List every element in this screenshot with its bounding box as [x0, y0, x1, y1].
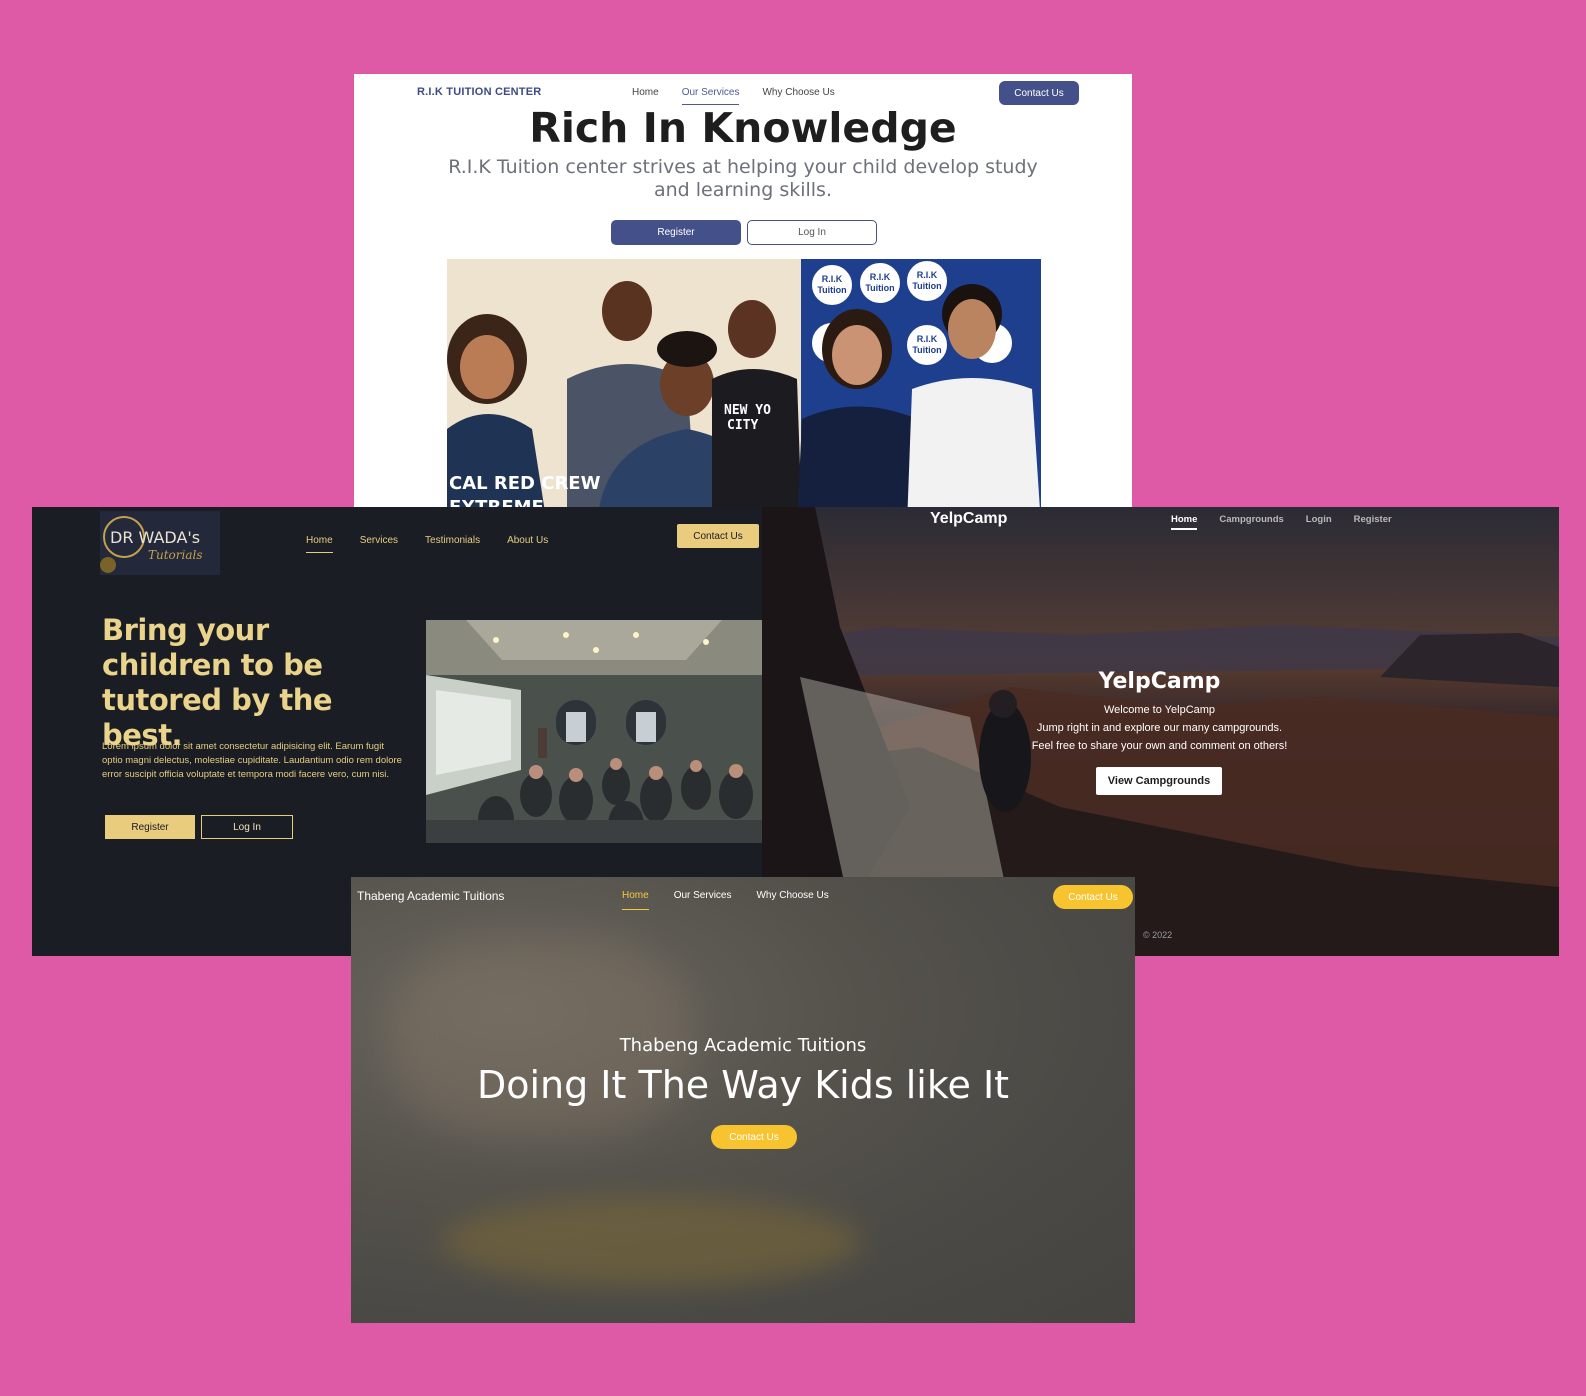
shirt-text-3: NEW YO	[724, 403, 771, 418]
yelp-nav-login[interactable]: Login	[1306, 514, 1332, 530]
thab-subtitle: Thabeng Academic Tuitions	[619, 1035, 867, 1056]
thab-nav-home[interactable]: Home	[622, 890, 649, 910]
banner-text-4: Tuition	[865, 283, 894, 293]
rik-subtitle: R.I.K Tuition center strives at helping …	[448, 156, 1038, 201]
thab-nav-why-choose-us[interactable]: Why Choose Us	[756, 890, 828, 910]
yelp-nav-register[interactable]: Register	[1354, 514, 1392, 530]
rik-headline: Rich In Knowledge	[529, 104, 957, 152]
logo-script: Tutorials	[148, 548, 203, 562]
yelp-title: YelpCamp	[1098, 669, 1221, 694]
wada-classroom-photo	[426, 620, 762, 843]
banner-text-1: R.I.K	[822, 274, 843, 284]
yelp-nav-home[interactable]: Home	[1171, 514, 1198, 530]
thab-headline: Doing It The Way Kids like It	[476, 1063, 1010, 1107]
wada-contact-button[interactable]: Contact Us	[677, 524, 759, 548]
banner-text-3: R.I.K	[870, 272, 891, 282]
rik-brand[interactable]: R.I.K TUITION CENTER	[417, 86, 541, 98]
shirt-text-1: CAL RED CREW	[449, 473, 601, 494]
banner-text-2: Tuition	[817, 285, 846, 295]
rik-students-photo: R.I.K Tuition R.I.K Tuition R.I.K Tuitio…	[447, 259, 1041, 525]
yelp-nav: Home Campgrounds Login Register	[1171, 514, 1392, 530]
rik-nav-why-choose-us[interactable]: Why Choose Us	[762, 87, 834, 105]
rik-nav: Home Our Services Why Choose Us	[632, 87, 835, 105]
wada-nav: Home Services Testimonials About Us	[306, 535, 548, 553]
wada-login-button[interactable]: Log In	[201, 815, 293, 839]
thab-nav-our-services[interactable]: Our Services	[674, 890, 732, 910]
thab-nav: Home Our Services Why Choose Us	[622, 890, 829, 910]
shirt-text-4: CITY	[727, 418, 758, 433]
dr-wada-logo[interactable]: DR WADA's Tutorials	[100, 511, 220, 575]
yelp-welcome-text: Welcome to YelpCamp Jump right in and ex…	[760, 701, 1559, 755]
wada-nav-home[interactable]: Home	[306, 535, 333, 553]
thab-brand[interactable]: Thabeng Academic Tuitions	[357, 889, 504, 903]
wada-register-button[interactable]: Register	[105, 815, 195, 839]
rik-nav-home[interactable]: Home	[632, 87, 659, 105]
yelp-brand[interactable]: YelpCamp	[930, 510, 1007, 528]
wada-nav-services[interactable]: Services	[360, 535, 398, 553]
banner-text-6: Tuition	[912, 281, 941, 291]
banner-text-7: R.I.K	[917, 334, 938, 344]
yelp-footer: © 2022	[1143, 930, 1173, 940]
rik-nav-our-services[interactable]: Our Services	[681, 87, 740, 105]
rik-contact-button[interactable]: Contact Us	[999, 81, 1079, 105]
wada-nav-testimonials[interactable]: Testimonials	[425, 535, 480, 553]
view-campgrounds-button[interactable]: View Campgrounds	[1096, 767, 1222, 795]
thabeng-screenshot: Thabeng Academic Tuitions Home Our Servi…	[351, 877, 1135, 1323]
rik-register-button[interactable]: Register	[611, 220, 741, 245]
rik-tuition-screenshot: R.I.K TUITION CENTER Home Our Services W…	[354, 74, 1132, 525]
pencil-blur-shape	[441, 1197, 861, 1287]
dr-wada-logo-graphic: DR WADA's Tutorials	[100, 516, 203, 573]
yelp-line-1: Welcome to YelpCamp	[1103, 704, 1216, 716]
logo-text: DR WADA's	[110, 528, 200, 547]
yelp-line-3: Feel free to share your own and comment …	[1031, 740, 1288, 752]
thab-contact-button[interactable]: Contact Us	[1053, 885, 1133, 909]
wada-body-text: Lorem ipsum dolor sit amet consectetur a…	[102, 741, 402, 780]
yelp-nav-campgrounds[interactable]: Campgrounds	[1219, 514, 1283, 530]
wada-headline: Bring your children to be tutored by the…	[102, 613, 333, 752]
yelp-line-2: Jump right in and explore our many campg…	[1036, 722, 1283, 734]
rik-login-button[interactable]: Log In	[747, 220, 877, 245]
banner-text-8: Tuition	[912, 345, 941, 355]
wada-nav-about-us[interactable]: About Us	[507, 535, 548, 553]
thab-hero-contact-button[interactable]: Contact Us	[711, 1125, 797, 1149]
banner-text-5: R.I.K	[917, 270, 938, 280]
